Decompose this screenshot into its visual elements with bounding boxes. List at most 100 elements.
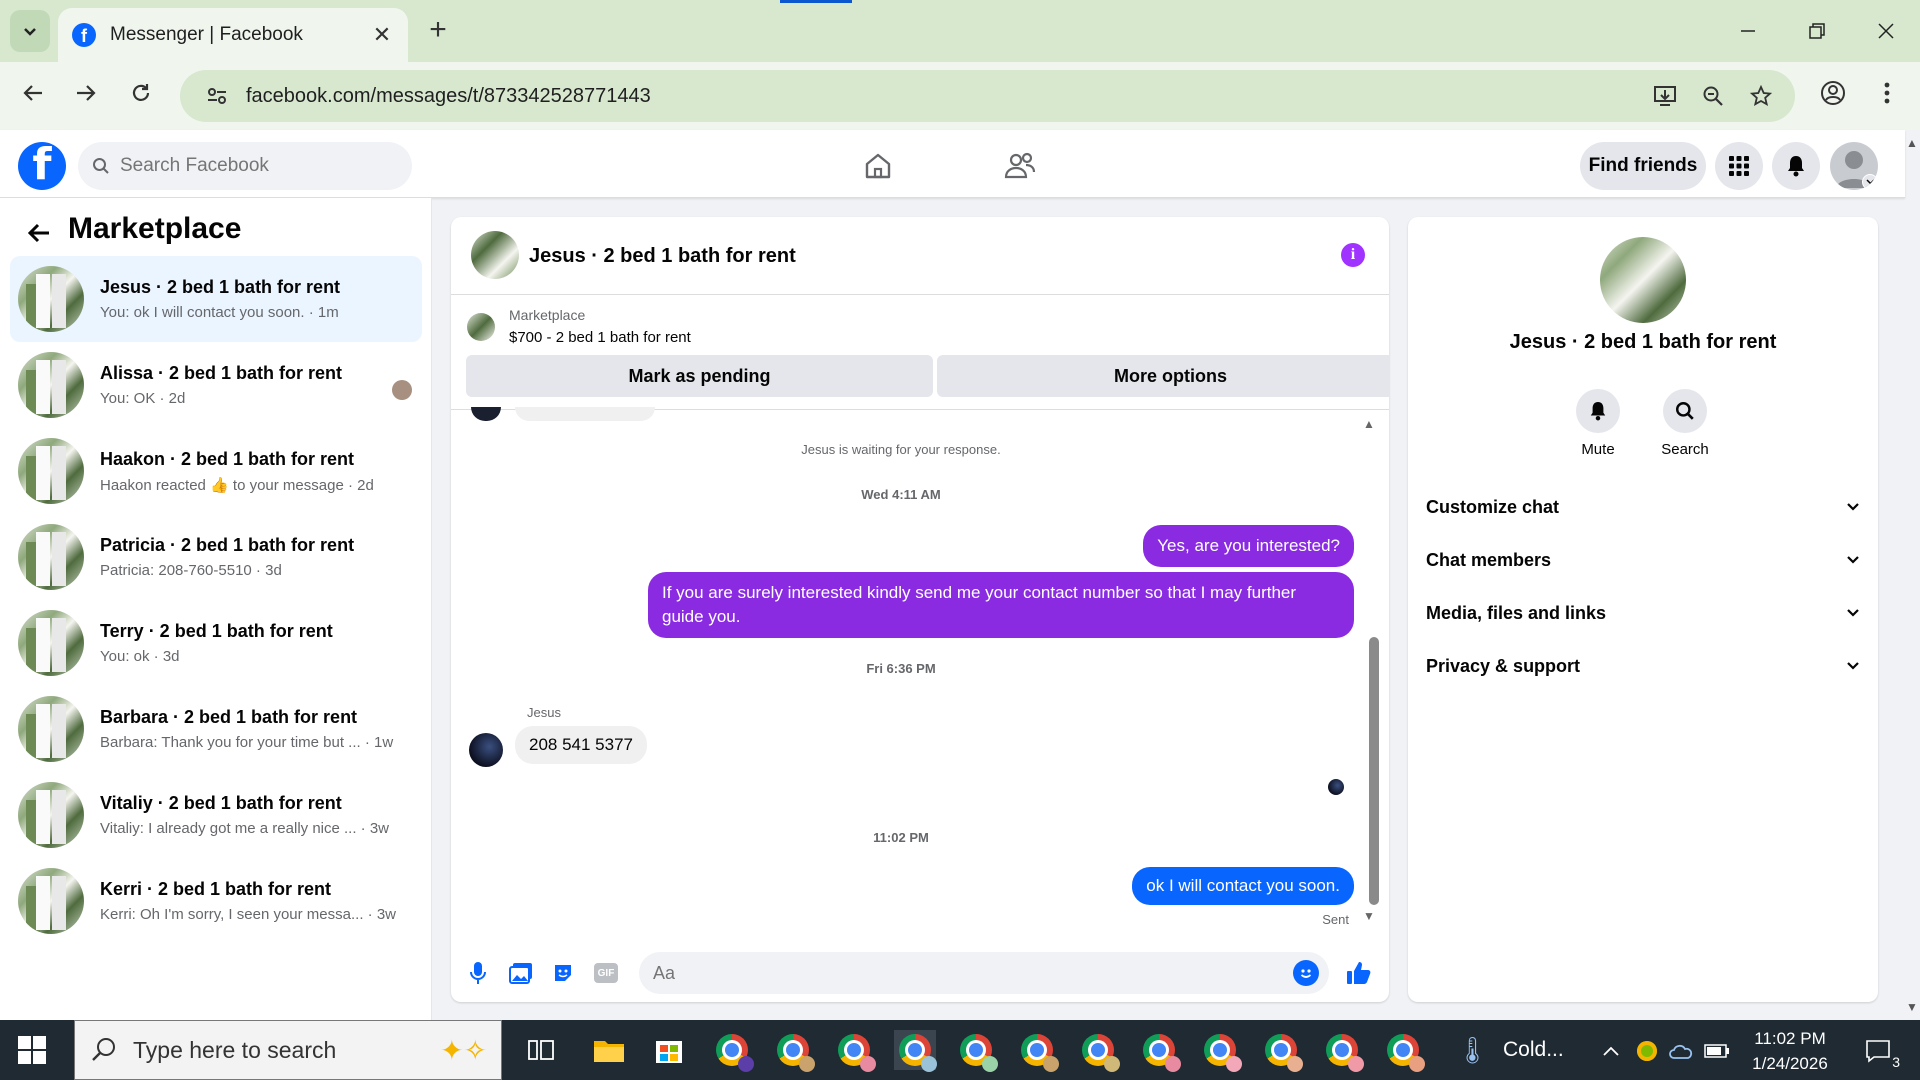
site-info-icon[interactable] <box>202 85 232 107</box>
forward-button[interactable] <box>65 72 107 114</box>
message-input[interactable] <box>653 962 1293 984</box>
app-tray-icon[interactable] <box>1634 1038 1660 1064</box>
outgoing-message[interactable]: Yes, are you interested? <box>1143 525 1354 567</box>
sender-avatar[interactable] <box>469 733 503 767</box>
facebook-logo-icon[interactable]: f <box>18 142 66 190</box>
browser-tab-messenger[interactable]: f Messenger | Facebook ✕ <box>58 8 408 62</box>
conversation-item[interactable]: Terry · 2 bed 1 bath for rent You: ok · … <box>10 600 422 686</box>
browser-menu-button[interactable] <box>1866 72 1908 114</box>
bookmark-star-icon[interactable] <box>1741 76 1781 116</box>
mute-button[interactable]: Mute <box>1558 389 1638 458</box>
weather-widget[interactable]: 🌡 Cold... <box>1456 1020 1564 1080</box>
reload-button[interactable] <box>120 72 162 114</box>
conversation-item[interactable]: Kerri · 2 bed 1 bath for rent Kerri: Oh … <box>10 858 422 944</box>
message-input-box[interactable] <box>639 952 1329 994</box>
section-label: Media, files and links <box>1426 602 1607 623</box>
task-view-icon[interactable] <box>520 1030 562 1070</box>
listing-title[interactable]: $700 - 2 bed 1 bath for rent <box>509 329 691 346</box>
sparkle-icon: ✦✧ <box>440 1034 487 1066</box>
back-arrow-icon[interactable] <box>22 216 56 250</box>
microsoft-store-icon[interactable] <box>648 1030 690 1070</box>
profile-button[interactable] <box>1812 72 1854 114</box>
close-window-button[interactable] <box>1866 14 1906 48</box>
account-avatar[interactable] <box>1830 142 1878 190</box>
battery-icon[interactable] <box>1704 1038 1730 1064</box>
chrome-icon[interactable] <box>772 1030 815 1072</box>
section-customize-chat[interactable]: Customize chat <box>1426 485 1860 529</box>
show-hidden-icons-button[interactable] <box>1598 1038 1624 1064</box>
section-privacy-support[interactable]: Privacy & support <box>1426 644 1860 688</box>
notifications-button[interactable] <box>1772 142 1820 190</box>
conversation-item[interactable]: Jesus · 2 bed 1 bath for rent You: ok I … <box>10 256 422 342</box>
chrome-icon-active[interactable] <box>894 1030 937 1072</box>
gif-icon[interactable]: GIF <box>591 958 621 988</box>
conversation-avatar <box>18 352 84 418</box>
notification-center-button[interactable]: 3 <box>1858 1038 1900 1070</box>
photo-icon[interactable] <box>506 958 536 988</box>
nav-home-button[interactable] <box>850 142 906 190</box>
find-friends-button[interactable]: Find friends <box>1580 142 1706 190</box>
section-media-files-links[interactable]: Media, files and links <box>1426 591 1860 635</box>
address-bar[interactable]: facebook.com/messages/t/873342528771443 <box>180 70 1795 122</box>
outgoing-message[interactable]: ok I will contact you soon. <box>1132 867 1354 905</box>
chat-scrollbar[interactable] <box>1369 637 1379 905</box>
new-tab-button[interactable]: + <box>420 12 456 48</box>
profile-avatar[interactable] <box>1600 237 1686 323</box>
tab-search-button[interactable] <box>10 10 50 52</box>
chrome-icon[interactable] <box>1260 1030 1303 1072</box>
minimize-button[interactable] <box>1728 14 1768 48</box>
file-explorer-icon[interactable] <box>588 1030 630 1070</box>
grid-menu-icon <box>1729 156 1749 176</box>
zoom-icon[interactable] <box>1693 76 1733 116</box>
chrome-icon[interactable] <box>955 1030 998 1072</box>
url-text[interactable]: facebook.com/messages/t/873342528771443 <box>246 85 1645 108</box>
conversation-preview: You: OK · 2d <box>100 390 186 407</box>
conversation-item[interactable]: Alissa · 2 bed 1 bath for rent You: OK ·… <box>10 342 422 428</box>
outgoing-message[interactable]: If you are surely interested kindly send… <box>648 572 1354 638</box>
chrome-icon[interactable] <box>1382 1030 1425 1072</box>
mark-as-pending-button[interactable]: Mark as pending <box>466 355 933 397</box>
chrome-icon[interactable] <box>1138 1030 1181 1072</box>
menu-grid-button[interactable] <box>1715 142 1763 190</box>
section-chat-members[interactable]: Chat members <box>1426 538 1860 582</box>
conversation-item[interactable]: Haakon · 2 bed 1 bath for rent Haakon re… <box>10 428 422 514</box>
info-icon[interactable]: i <box>1341 243 1365 267</box>
taskbar-clock[interactable]: 11:02 PM 1/24/2026 <box>1740 1026 1840 1076</box>
conversation-item[interactable]: Barbara · 2 bed 1 bath for rent Barbara:… <box>10 686 422 772</box>
chrome-icon[interactable] <box>1016 1030 1059 1072</box>
mute-label: Mute <box>1581 441 1615 458</box>
chrome-icon[interactable] <box>1199 1030 1242 1072</box>
nav-friends-button[interactable] <box>992 142 1048 190</box>
restore-button[interactable] <box>1797 14 1837 48</box>
chrome-icon[interactable] <box>1321 1030 1364 1072</box>
search-icon <box>93 158 109 174</box>
chrome-icon[interactable] <box>1077 1030 1120 1072</box>
conversation-item[interactable]: Vitaliy · 2 bed 1 bath for rent Vitaliy:… <box>10 772 422 858</box>
page-scroll-down-icon[interactable]: ▼ <box>1906 1000 1918 1014</box>
sticker-icon[interactable] <box>548 958 578 988</box>
search-conversation-button[interactable]: Search <box>1645 389 1725 458</box>
chat-avatar[interactable] <box>471 231 519 279</box>
emoji-icon[interactable] <box>1293 960 1319 986</box>
more-options-button[interactable]: More options <box>937 355 1389 397</box>
thumbs-up-icon[interactable] <box>1344 958 1374 988</box>
listing-thumbnail[interactable] <box>467 313 495 341</box>
facebook-search-input[interactable] <box>120 155 380 177</box>
install-app-icon[interactable] <box>1645 76 1685 116</box>
page-scroll-up-icon[interactable]: ▲ <box>1906 136 1918 150</box>
incoming-message[interactable]: 208 541 5377 <box>515 726 647 764</box>
search-icon <box>1663 389 1707 433</box>
scroll-down-icon[interactable]: ▼ <box>1363 909 1377 923</box>
windows-start-button[interactable] <box>18 1036 48 1066</box>
facebook-search[interactable] <box>78 142 412 190</box>
onedrive-icon[interactable] <box>1668 1038 1694 1064</box>
chrome-icon[interactable] <box>711 1030 754 1072</box>
taskbar-search[interactable]: Type here to search ✦✧ <box>74 1020 502 1080</box>
conversation-item[interactable]: Patricia · 2 bed 1 bath for rent Patrici… <box>10 514 422 600</box>
tab-close-icon[interactable]: ✕ <box>370 22 394 48</box>
chrome-icon[interactable] <box>833 1030 876 1072</box>
chat-title[interactable]: Jesus · 2 bed 1 bath for rent <box>529 245 796 268</box>
scroll-up-icon[interactable]: ▲ <box>1363 417 1377 431</box>
back-button[interactable] <box>12 72 54 114</box>
microphone-icon[interactable] <box>463 958 493 988</box>
